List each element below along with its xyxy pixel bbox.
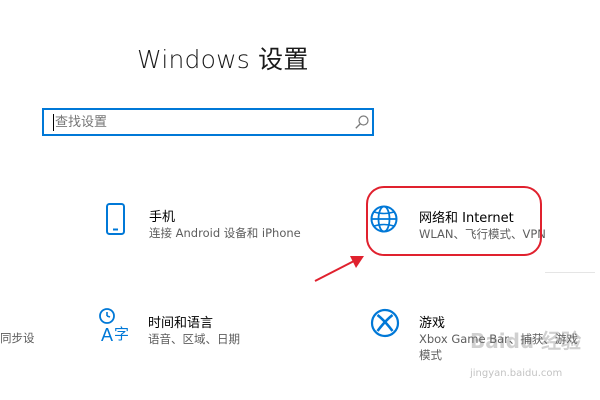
watermark: Baidu 经验 (470, 329, 582, 353)
tile-time-language[interactable]: A 字 时间和语言 语音、区域、日期 (96, 305, 296, 355)
time-language-icon: A 字 (99, 308, 129, 345)
divider (545, 272, 595, 273)
highlight-annotation (366, 186, 542, 256)
text-caret (53, 114, 54, 131)
tile-title: 手机 (149, 210, 176, 225)
tile-subtitle: 语音、区域、日期 (148, 332, 240, 346)
tile-title: 时间和语言 (148, 316, 214, 331)
arrow-annotation (314, 256, 364, 282)
tile-account-partial[interactable]: 同步设 (0, 320, 60, 360)
svg-text:A: A (101, 325, 113, 345)
tile-subtitle: 连接 Android 设备和 iPhone (149, 226, 301, 240)
search-icon[interactable] (354, 114, 370, 130)
svg-text:字: 字 (114, 325, 129, 343)
phone-icon (106, 203, 125, 235)
search-input[interactable] (55, 110, 345, 134)
tile-subtitle-line2: 模式 (419, 348, 442, 362)
tile-title: 游戏 (419, 316, 446, 331)
tile-phone[interactable]: 手机 连接 Android 设备和 iPhone (100, 198, 330, 248)
watermark-url: jingyan.baidu.com (470, 368, 563, 379)
tile-subtitle: 同步设 (0, 331, 35, 345)
xbox-icon (370, 308, 400, 338)
page-title: Windows 设置 (137, 45, 309, 74)
